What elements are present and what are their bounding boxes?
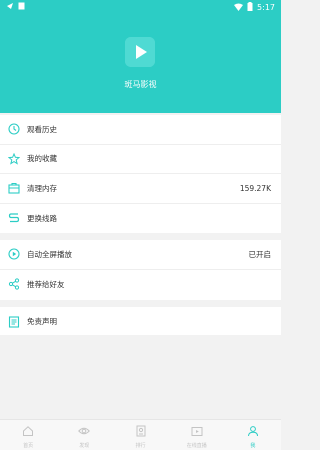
tab-label: 我 bbox=[250, 442, 256, 449]
wifi-icon bbox=[234, 3, 244, 13]
tab-rank[interactable]: 排行 bbox=[112, 420, 168, 450]
favorite-star-icon bbox=[8, 152, 20, 165]
history-clock-icon bbox=[8, 123, 20, 135]
menu-item-label: 清理内存 bbox=[27, 183, 57, 193]
play-logo-icon bbox=[125, 37, 155, 67]
menu-item-share[interactable]: 推荐给好友 bbox=[0, 270, 281, 300]
battery-icon bbox=[247, 2, 253, 13]
profile-header: 5:17 斑马影视 bbox=[0, 0, 281, 113]
menu-item-clear-cache[interactable]: 清理内存 159.27K bbox=[0, 174, 281, 204]
profile-icon bbox=[247, 422, 259, 441]
tab-live[interactable]: 在线直播 bbox=[169, 420, 225, 450]
menu-group-settings: 自动全屏播放 已开启 推荐给好友 bbox=[0, 240, 281, 300]
menu-item-label: 观看历史 bbox=[27, 124, 57, 134]
home-icon bbox=[22, 422, 34, 441]
discover-eye-icon bbox=[78, 422, 91, 441]
menu-item-label: 免责声明 bbox=[27, 317, 57, 327]
bottom-tab-bar: 首页 发现 排行 在线直播 我 bbox=[0, 419, 281, 450]
tab-profile[interactable]: 我 bbox=[225, 420, 281, 450]
play-circle-icon bbox=[8, 248, 20, 260]
share-icon bbox=[8, 278, 20, 290]
notification-arrow-icon bbox=[6, 2, 14, 12]
clear-cache-icon bbox=[8, 182, 20, 194]
app-name: 斑马影视 bbox=[124, 80, 157, 89]
tab-discover[interactable]: 发现 bbox=[56, 420, 112, 450]
menu-item-label: 推荐给好友 bbox=[27, 279, 65, 289]
switch-route-icon bbox=[8, 212, 20, 224]
live-tv-icon bbox=[191, 422, 203, 441]
status-bar: 5:17 bbox=[0, 0, 281, 14]
sd-card-icon bbox=[18, 2, 25, 12]
tab-label: 首页 bbox=[23, 442, 34, 449]
app-logo bbox=[125, 37, 155, 67]
menu-item-favorites[interactable]: 我的收藏 bbox=[0, 145, 281, 174]
menu-item-disclaimer[interactable]: 免责声明 bbox=[0, 307, 281, 337]
menu-item-label: 更换线路 bbox=[27, 213, 57, 223]
menu-item-switch-route[interactable]: 更换线路 bbox=[0, 204, 281, 234]
tab-label: 在线直播 bbox=[186, 442, 207, 449]
menu-group-main: 观看历史 我的收藏 清理内存 159.27K 更换线路 bbox=[0, 115, 281, 233]
disclaimer-book-icon bbox=[8, 316, 20, 328]
tab-label: 排行 bbox=[135, 442, 146, 449]
menu-item-label: 自动全屏播放 bbox=[27, 249, 72, 259]
rank-icon bbox=[135, 422, 147, 441]
status-time: 5:17 bbox=[257, 2, 275, 12]
tab-label: 发现 bbox=[79, 442, 90, 449]
tab-home[interactable]: 首页 bbox=[0, 420, 56, 450]
menu-item-label: 我的收藏 bbox=[27, 154, 57, 164]
cache-size-value: 159.27K bbox=[239, 183, 271, 193]
menu-item-auto-fullscreen[interactable]: 自动全屏播放 已开启 bbox=[0, 240, 281, 270]
menu-group-about: 免责声明 bbox=[0, 307, 281, 335]
menu-item-history[interactable]: 观看历史 bbox=[0, 115, 281, 145]
auto-fullscreen-status: 已开启 bbox=[248, 249, 272, 259]
